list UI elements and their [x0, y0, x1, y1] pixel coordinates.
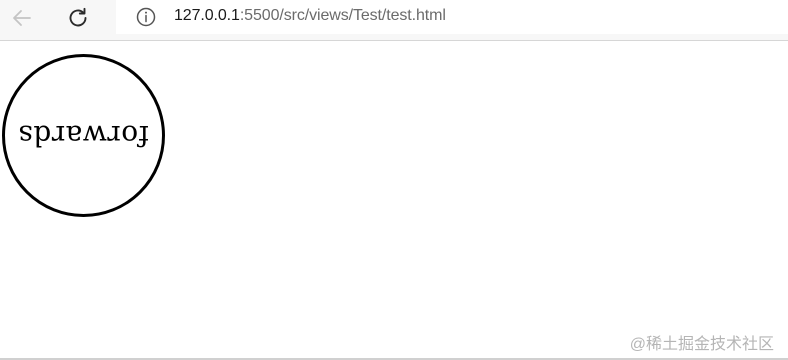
- reload-icon: [66, 6, 90, 35]
- browser-toolbar: 127.0.0.1:5500/src/views/Test/test.html: [0, 0, 788, 41]
- back-button[interactable]: [6, 4, 38, 36]
- watermark: @稀土掘金技术社区: [629, 336, 774, 353]
- url-text[interactable]: 127.0.0.1:5500/src/views/Test/test.html: [174, 6, 446, 26]
- arrow-left-icon: [10, 6, 34, 35]
- url-path: :5500/src/views/Test/test.html: [239, 7, 446, 24]
- reload-button[interactable]: [62, 4, 94, 36]
- url-host: 127.0.0.1: [174, 7, 240, 24]
- circle-box: forwards: [2, 54, 165, 217]
- page-content: forwards: [0, 41, 788, 360]
- info-icon[interactable]: [134, 5, 158, 29]
- circle-label: forwards: [18, 119, 149, 152]
